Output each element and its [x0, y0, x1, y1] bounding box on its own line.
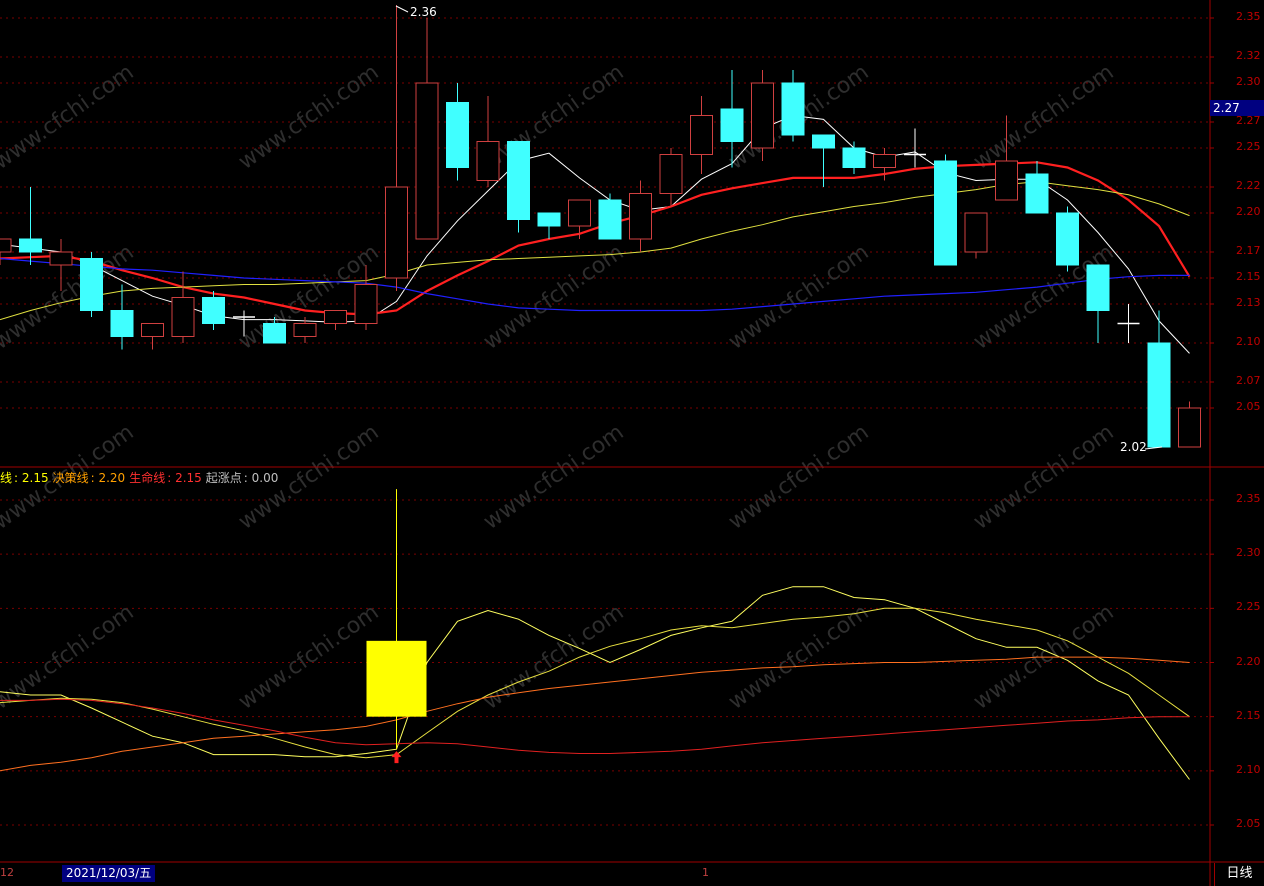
- candle-body: [1147, 342, 1171, 448]
- period-tab-daily[interactable]: 日线: [1214, 863, 1264, 886]
- watermark-text: www.cfchi.com: [969, 60, 1118, 175]
- legend-value: 2.15: [21, 471, 49, 485]
- candle-body: [80, 258, 103, 311]
- x-axis-month-marker: 1: [702, 866, 709, 879]
- main-y-tick-label: 2.25: [1236, 140, 1261, 153]
- main-y-tick-label: 2.22: [1236, 179, 1261, 192]
- indicator-line: [0, 698, 1190, 754]
- main-y-tick-label: 2.05: [1236, 400, 1261, 413]
- high-pointer: [395, 5, 409, 13]
- candle-body: [1178, 407, 1201, 448]
- candle-body: [1056, 212, 1079, 266]
- watermark-text: www.cfchi.com: [724, 240, 873, 355]
- cursor-date-label: 2021/12/03/五: [62, 865, 156, 882]
- candle-body: [476, 141, 500, 181]
- legend-name: 生命线: [129, 471, 166, 485]
- legend-value: 2.20: [98, 471, 126, 485]
- watermark-text: www.cfchi.com: [724, 420, 873, 535]
- main-y-tick-label: 2.15: [1236, 270, 1261, 283]
- candle-body: [202, 297, 225, 324]
- candle-body: [507, 141, 530, 220]
- signal-box: [366, 640, 427, 717]
- candle-body: [0, 238, 12, 253]
- indicator-y-tick-label: 2.05: [1236, 817, 1261, 830]
- current-price-badge: 2.27: [1210, 100, 1264, 116]
- main-y-tick-label: 2.17: [1236, 244, 1261, 257]
- candle-body: [659, 154, 683, 194]
- legend-item: 线: 2.15: [0, 471, 49, 485]
- indicator-y-tick-label: 2.20: [1236, 654, 1261, 668]
- candle-body: [873, 154, 896, 168]
- candle-body: [293, 323, 317, 337]
- candle-body: [598, 199, 622, 240]
- indicator-signal: [366, 489, 427, 764]
- main-y-tick-label: 2.10: [1236, 335, 1261, 348]
- candle-body: [141, 323, 164, 337]
- legend-item: 起涨点: 0.00: [205, 471, 279, 485]
- candle-body: [354, 284, 378, 324]
- candle-body: [995, 160, 1018, 201]
- candle-body: [171, 297, 195, 337]
- candle-body: [110, 310, 134, 337]
- main-y-tick-label: 2.07: [1236, 374, 1261, 387]
- legend-value: 2.15: [175, 471, 202, 485]
- x-axis-left-fragment: 12: [0, 866, 14, 879]
- arrow-up-icon: [391, 751, 402, 764]
- candle-body: [385, 186, 408, 279]
- watermark-text: www.cfchi.com: [724, 600, 873, 715]
- candle-body: [568, 199, 591, 227]
- candle-body: [49, 251, 73, 266]
- main-y-tick-label: 2.35: [1236, 10, 1261, 23]
- candle-body: [964, 212, 988, 253]
- watermark-text: www.cfchi.com: [0, 60, 139, 175]
- low-price-label: 2.02: [1120, 440, 1147, 454]
- candle-body: [934, 160, 957, 266]
- watermark-text: www.cfchi.com: [479, 420, 628, 535]
- indicator-y-tick-label: 2.25: [1236, 600, 1261, 614]
- legend-name: 线: [0, 471, 13, 485]
- candle-body: [19, 238, 42, 253]
- candle-body: [537, 212, 561, 227]
- indicator-y-tick-label: 2.35: [1236, 492, 1261, 505]
- watermark-text: www.cfchi.com: [0, 600, 139, 715]
- candle-body: [751, 82, 774, 149]
- legend-item: 生命线: 2.15: [129, 471, 202, 485]
- watermark-text: www.cfchi.com: [479, 600, 628, 715]
- watermark-text: www.cfchi.com: [234, 60, 383, 175]
- candle-body: [324, 310, 347, 324]
- high-price-label: 2.36: [410, 5, 437, 19]
- candle-body: [263, 323, 286, 344]
- main-y-tick-label: 2.32: [1236, 49, 1261, 62]
- kline-chart[interactable]: www.cfchi.com www.cfchi.com www.cfchi.com w…: [0, 0, 1264, 886]
- candle-body: [446, 102, 469, 168]
- indicator-y-tick-label: 2.15: [1236, 708, 1261, 722]
- candle-body: [1086, 264, 1110, 311]
- candle-body: [629, 193, 652, 240]
- legend-value: 0.00: [251, 471, 279, 485]
- watermark-layer: www.cfchi.com www.cfchi.com www.cfchi.com w…: [0, 60, 1119, 715]
- legend-item: 决策线: 2.20: [52, 471, 126, 485]
- candle-body: [720, 108, 744, 142]
- indicator-y-tick-label: 2.10: [1236, 762, 1261, 776]
- candle-body: [781, 82, 805, 136]
- indicator-y-tick-label: 2.30: [1236, 546, 1261, 560]
- legend-name: 起涨点: [205, 471, 242, 485]
- watermark-text: www.cfchi.com: [234, 600, 383, 715]
- candle-body: [690, 115, 713, 155]
- candle-body: [842, 147, 866, 168]
- main-y-tick-label: 2.20: [1236, 205, 1261, 218]
- candle-body: [812, 134, 835, 149]
- main-y-tick-label: 2.13: [1236, 296, 1261, 309]
- indicator-legend: 线: 2.15 决策线: 2.20 生命线: 2.15 起涨点: 0.00: [0, 469, 282, 486]
- candle-body: [1025, 173, 1049, 214]
- watermark-text: www.cfchi.com: [969, 420, 1118, 535]
- legend-name: 决策线: [52, 471, 89, 485]
- main-y-tick-label: 2.30: [1236, 75, 1261, 88]
- candle-body: [415, 82, 439, 240]
